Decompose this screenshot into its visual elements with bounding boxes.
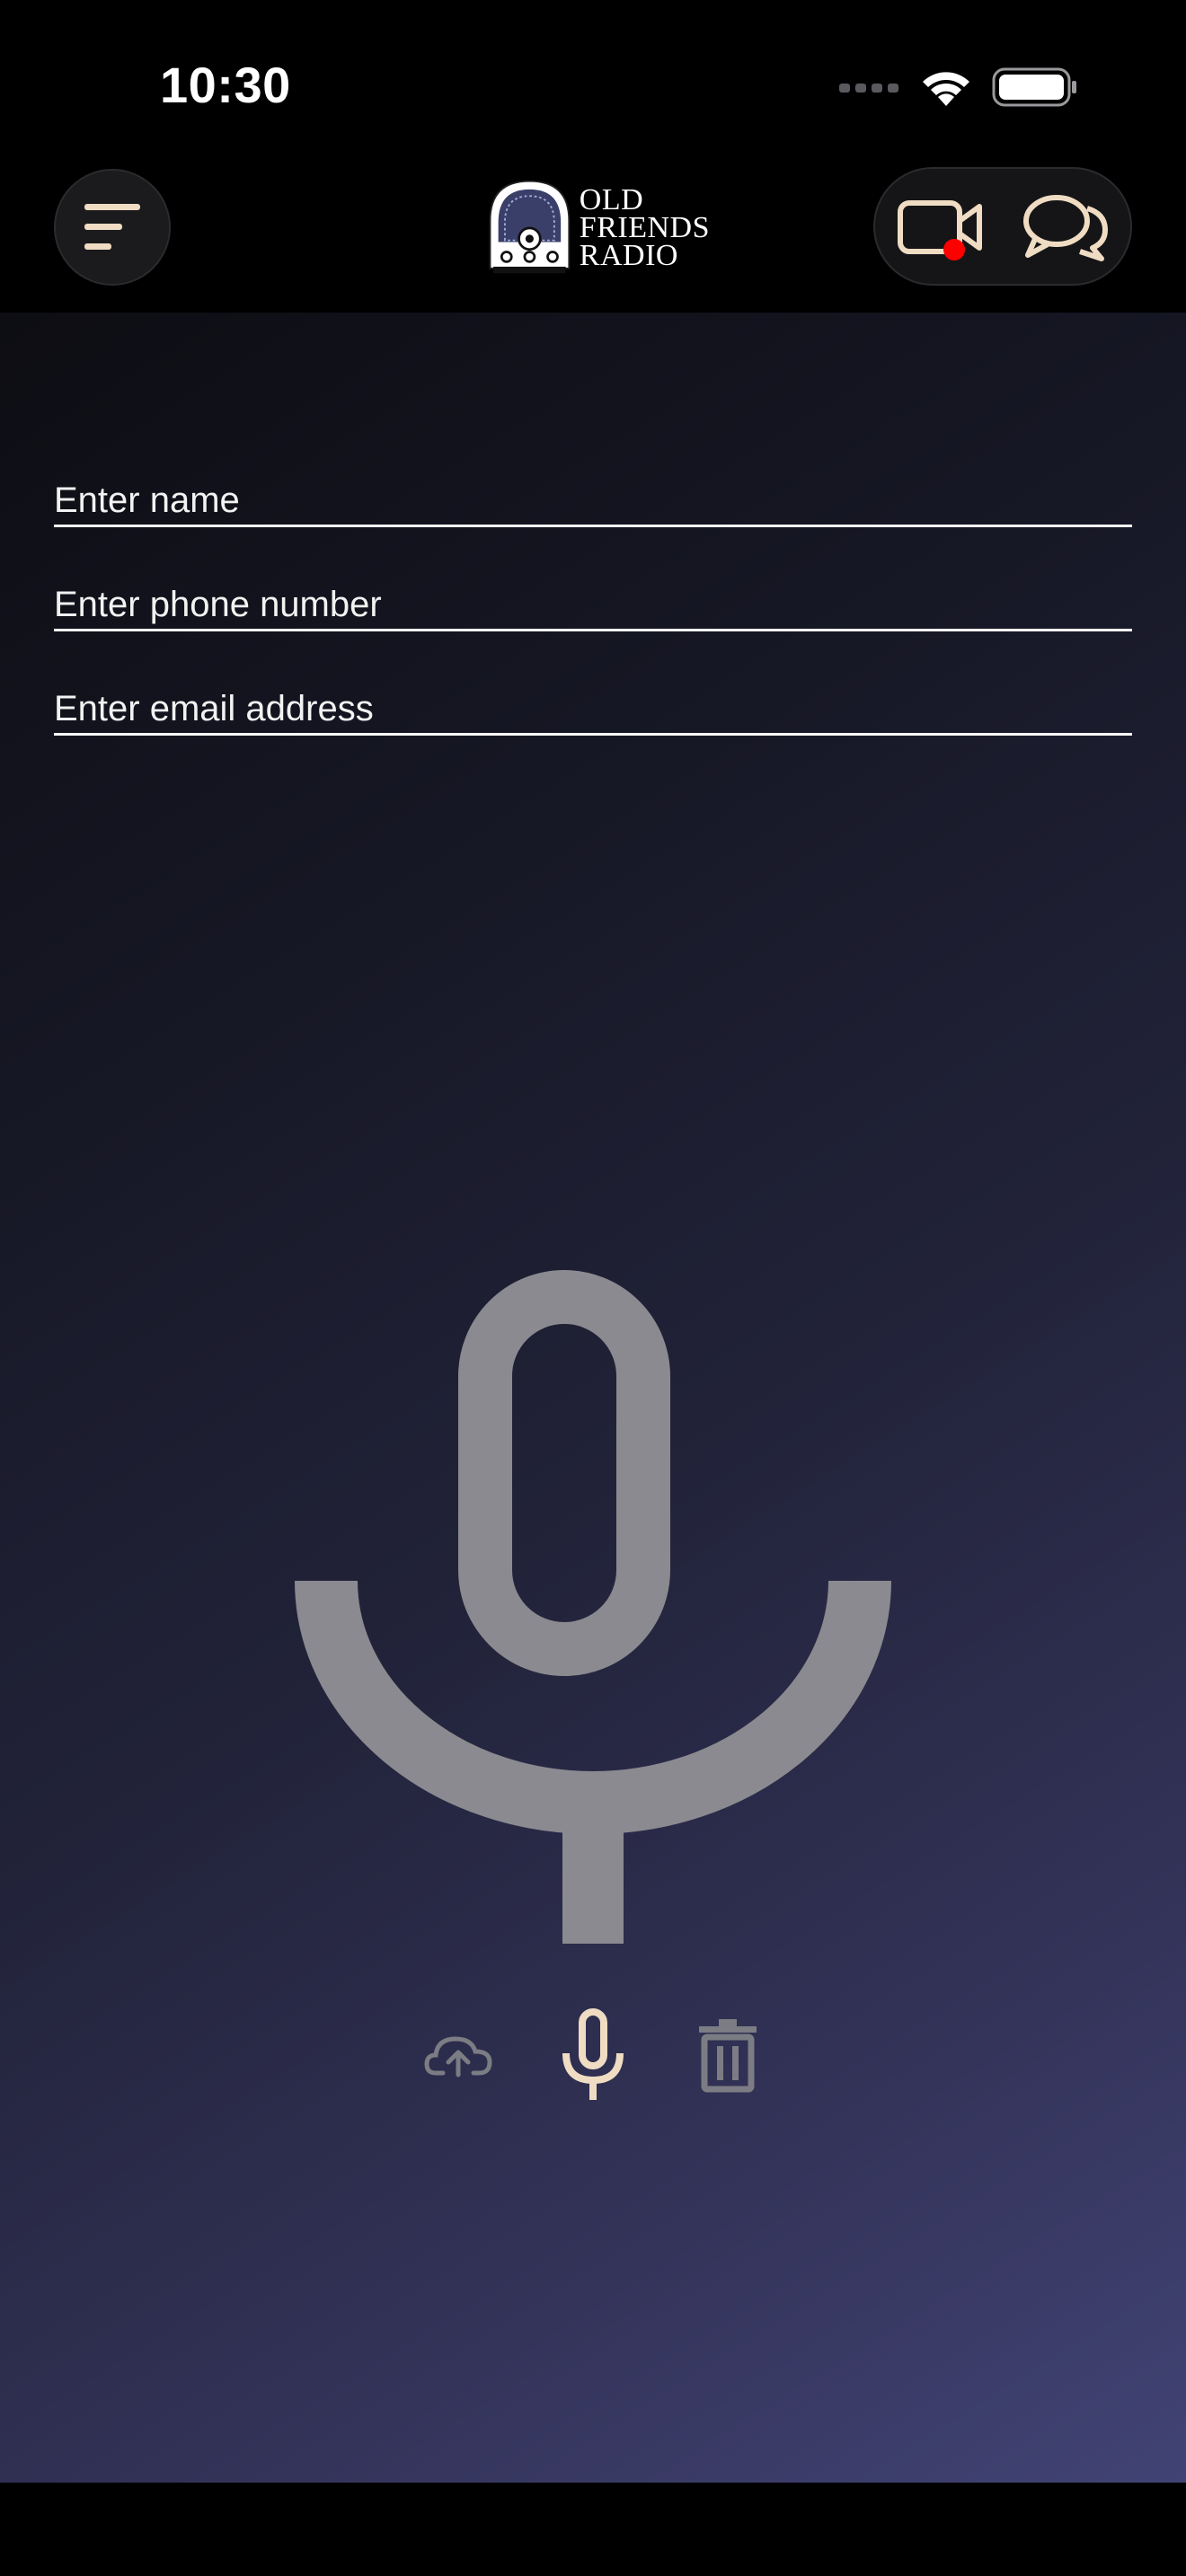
email-input[interactable] <box>54 689 1132 729</box>
status-icons <box>839 63 1078 111</box>
menu-button[interactable] <box>54 169 171 286</box>
recorder-controls <box>0 2001 1186 2109</box>
video-button[interactable] <box>897 194 987 262</box>
radio-logo-icon <box>489 180 571 274</box>
chat-bubbles-icon <box>1023 195 1108 261</box>
header-actions <box>873 167 1132 286</box>
record-button[interactable] <box>553 2001 633 2109</box>
wifi-icon <box>923 72 969 106</box>
video-camera-icon <box>898 200 982 260</box>
large-microphone-icon <box>295 1270 891 1944</box>
app-logo: OLD FRIENDS RADIO <box>485 169 710 286</box>
recording-badge <box>943 239 965 260</box>
logo-line-3: RADIO <box>579 238 678 272</box>
battery-icon <box>992 67 1076 107</box>
menu-icon <box>84 204 140 250</box>
trash-icon <box>699 2019 757 2093</box>
status-bar: 10:30 <box>0 0 1186 162</box>
email-field-container <box>54 679 1132 736</box>
status-time: 10:30 <box>160 57 291 113</box>
bottom-bar <box>0 2483 1186 2576</box>
name-field-container <box>54 471 1132 527</box>
microphone-icon <box>562 2008 624 2100</box>
name-input[interactable] <box>54 481 1132 521</box>
chat-button[interactable] <box>1021 192 1111 264</box>
logo-wordmark: OLD FRIENDS RADIO <box>579 182 710 272</box>
upload-button[interactable] <box>420 2001 496 2109</box>
logo-line-2: FRIENDS <box>579 210 710 244</box>
cellular-signal-icon <box>839 84 898 93</box>
logo-line-1: OLD <box>579 182 644 216</box>
phone-input[interactable] <box>54 585 1132 625</box>
phone-field-container <box>54 575 1132 631</box>
cloud-upload-icon <box>424 2036 492 2078</box>
delete-button[interactable] <box>692 2001 764 2109</box>
